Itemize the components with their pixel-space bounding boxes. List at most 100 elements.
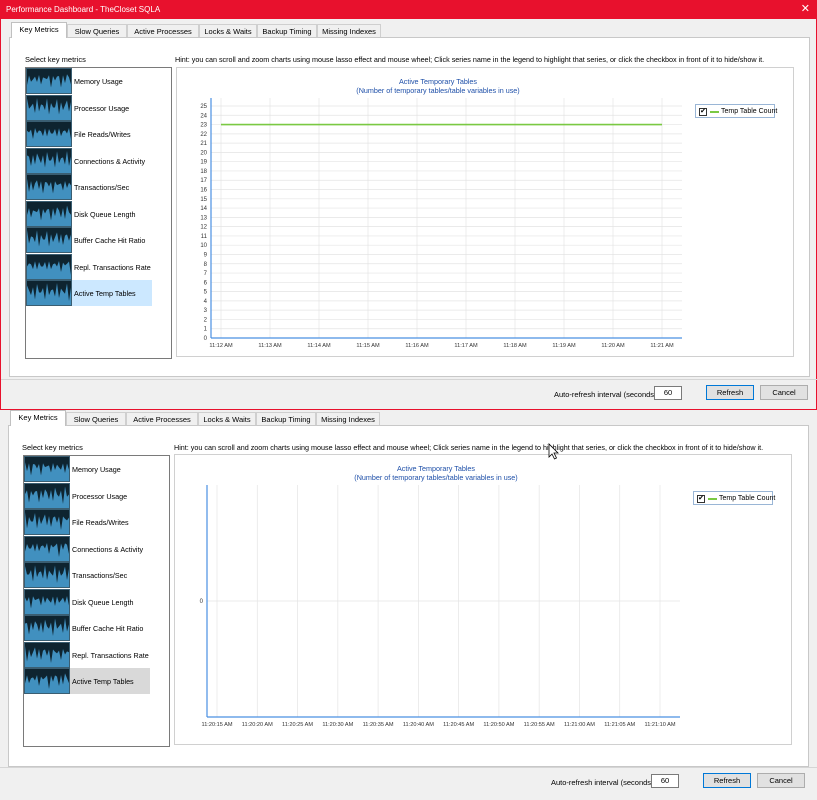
metric-item-file-reads-writes[interactable]: File Reads/Writes [24,509,150,535]
metric-item-disk-queue-length[interactable]: Disk Queue Length [26,200,152,227]
cancel-button[interactable]: Cancel [757,773,805,788]
metric-thumbnail [26,253,72,280]
auto-refresh-interval-input[interactable]: 60 [654,386,682,400]
metric-item-processor-usage[interactable]: Processor Usage [26,94,152,121]
y-tick-label: 23 [200,123,207,129]
chart-legend[interactable]: ✔ Temp Table Count [695,104,777,118]
metric-list: Memory Usage Processor Usage File Reads/… [23,455,170,747]
close-icon[interactable]: ✕ [801,3,810,15]
y-tick-label: 16 [200,188,207,194]
y-tick-label: 5 [204,290,208,296]
tab-page: Select key metrics Hint: you can scroll … [9,37,810,377]
hint-text: Hint: you can scroll and zoom charts usi… [175,55,765,64]
x-tick-label: 11:20 AM [601,343,625,349]
key-metrics-panel-top: Key Metrics Slow Queries Active Processe… [1,22,817,410]
metric-label: Active Temp Tables [74,289,136,298]
x-tick-label: 11:18 AM [503,343,527,349]
metric-item-active-temp-tables[interactable]: Active Temp Tables [24,668,150,694]
thumbnail-graph-icon [27,150,71,173]
x-tick-label: 11:21:10 AM [645,722,676,728]
tab-locks-waits[interactable]: Locks & Waits [198,412,256,426]
metric-item-repl-transactions-rate[interactable]: Repl. Transactions Rate [26,253,152,280]
tab-backup-timing[interactable]: Backup Timing [257,24,317,38]
x-tick-label: 11:15 AM [356,343,380,349]
tab-locks-waits[interactable]: Locks & Waits [199,24,257,38]
x-tick-label: 11:20:25 AM [282,722,313,728]
metric-item-connections-activity[interactable]: Connections & Activity [26,147,152,174]
x-tick-label: 11:17 AM [454,343,478,349]
thumbnail-graph-icon [27,128,71,146]
metric-item-active-temp-tables[interactable]: Active Temp Tables [26,280,152,306]
metric-item-buffer-cache-hit-ratio[interactable]: Buffer Cache Hit Ratio [26,227,152,253]
tab-active-processes[interactable]: Active Processes [127,24,199,38]
y-tick-label: 9 [204,252,208,258]
x-tick-label: 11:13 AM [258,343,282,349]
x-tick-label: 11:20:30 AM [322,722,353,728]
y-tick-label: 24 [200,113,207,119]
tab-slow-queries[interactable]: Slow Queries [66,412,126,426]
y-tick-label: 7 [204,271,208,277]
refresh-button[interactable]: Refresh [703,773,751,788]
x-tick-label: 11:21:00 AM [564,722,595,728]
tab-missing-indexes[interactable]: Missing Indexes [316,412,380,426]
chart-legend[interactable]: ✔ Temp Table Count [693,491,775,505]
metric-label: Transactions/Sec [74,183,130,192]
auto-refresh-label: Auto-refresh interval (seconds): [554,390,659,399]
key-metrics-panel-bottom: Key Metrics Slow Queries Active Processe… [0,410,817,800]
tab-key-metrics[interactable]: Key Metrics [10,410,66,426]
y-tick-label: 8 [204,262,208,268]
metric-label: Processor Usage [74,103,130,113]
cancel-button[interactable]: Cancel [760,385,808,400]
metric-thumbnail [24,562,70,588]
metric-item-memory-usage[interactable]: Memory Usage [24,456,150,482]
metric-label: File Reads/Writes [74,130,131,139]
metric-item-repl-transactions-rate[interactable]: Repl. Transactions Rate [24,641,150,668]
y-tick-label: 1 [204,327,208,333]
y-tick-label: 3 [204,308,208,314]
x-tick-label: 11:14 AM [307,343,331,349]
legend-label[interactable]: Temp Table Count [721,108,777,115]
y-tick-label: 18 [200,169,207,175]
metric-item-transactions-sec[interactable]: Transactions/Sec [26,174,152,200]
metric-label: Repl. Transactions Rate [74,262,151,272]
x-tick-label: 11:20:55 AM [524,722,555,728]
metric-item-processor-usage[interactable]: Processor Usage [24,482,150,509]
x-tick-label: 11:16 AM [405,343,429,349]
chart-panel[interactable]: Active Temporary Tables (Number of tempo… [174,454,792,745]
title-bar[interactable]: Performance Dashboard - TheCloset SQLA ✕ [1,1,816,19]
mouse-cursor-icon [548,443,559,460]
metric-item-buffer-cache-hit-ratio[interactable]: Buffer Cache Hit Ratio [24,615,150,641]
metric-thumbnail [24,535,70,562]
metric-item-transactions-sec[interactable]: Transactions/Sec [24,562,150,588]
y-tick-label: 0 [204,336,208,342]
metric-thumbnail [26,147,72,174]
y-tick-label: 13 [200,215,207,221]
metric-thumbnail [24,668,70,694]
metric-label: Repl. Transactions Rate [72,650,149,660]
metric-list: Memory Usage Processor Usage File Reads/… [25,67,172,359]
thumbnail-graph-icon [25,595,69,614]
metric-item-file-reads-writes[interactable]: File Reads/Writes [26,121,152,147]
tab-missing-indexes[interactable]: Missing Indexes [317,24,381,38]
metric-label: Memory Usage [72,465,121,474]
legend-checkbox[interactable]: ✔ [697,495,705,503]
tab-key-metrics[interactable]: Key Metrics [11,22,67,38]
metric-thumbnail [26,94,72,121]
metric-item-connections-activity[interactable]: Connections & Activity [24,535,150,562]
metric-item-disk-queue-length[interactable]: Disk Queue Length [24,588,150,615]
thumbnail-graph-icon [27,74,71,93]
chart-panel[interactable]: Active Temporary Tables (Number of tempo… [176,67,794,357]
tab-slow-queries[interactable]: Slow Queries [67,24,127,38]
tab-active-processes[interactable]: Active Processes [126,412,198,426]
refresh-button[interactable]: Refresh [706,385,754,400]
metric-thumbnail [24,509,70,535]
metric-thumbnail [26,68,72,94]
metric-item-memory-usage[interactable]: Memory Usage [26,68,152,94]
tab-backup-timing[interactable]: Backup Timing [256,412,316,426]
auto-refresh-interval-input[interactable]: 60 [651,774,679,788]
metric-label: Buffer Cache Hit Ratio [72,624,144,633]
legend-label[interactable]: Temp Table Count [719,495,775,502]
y-tick-label: 19 [200,160,207,166]
legend-checkbox[interactable]: ✔ [699,108,707,116]
metric-label: Disk Queue Length [72,597,134,607]
